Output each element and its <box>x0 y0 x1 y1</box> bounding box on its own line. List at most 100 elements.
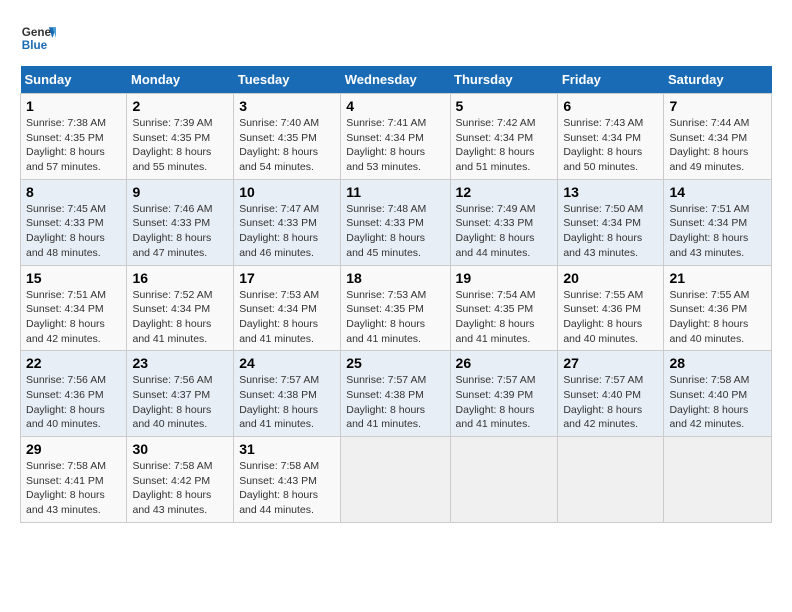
day-info: Sunrise: 7:43 AM Sunset: 4:34 PM Dayligh… <box>563 116 658 175</box>
day-info: Sunrise: 7:42 AM Sunset: 4:34 PM Dayligh… <box>456 116 553 175</box>
day-number: 19 <box>456 270 553 286</box>
day-info: Sunrise: 7:48 AM Sunset: 4:33 PM Dayligh… <box>346 202 444 261</box>
day-info: Sunrise: 7:46 AM Sunset: 4:33 PM Dayligh… <box>132 202 228 261</box>
calendar-cell: 26 Sunrise: 7:57 AM Sunset: 4:39 PM Dayli… <box>450 351 558 437</box>
header-monday: Monday <box>127 66 234 94</box>
day-info: Sunrise: 7:52 AM Sunset: 4:34 PM Dayligh… <box>132 288 228 347</box>
calendar-week-row: 15 Sunrise: 7:51 AM Sunset: 4:34 PM Dayli… <box>21 265 772 351</box>
calendar-cell: 18 Sunrise: 7:53 AM Sunset: 4:35 PM Dayli… <box>341 265 450 351</box>
calendar-cell: 10 Sunrise: 7:47 AM Sunset: 4:33 PM Dayli… <box>234 179 341 265</box>
calendar-week-row: 22 Sunrise: 7:56 AM Sunset: 4:36 PM Dayli… <box>21 351 772 437</box>
calendar-cell: 29 Sunrise: 7:58 AM Sunset: 4:41 PM Dayli… <box>21 437 127 523</box>
calendar-cell: 30 Sunrise: 7:58 AM Sunset: 4:42 PM Dayli… <box>127 437 234 523</box>
calendar-cell: 22 Sunrise: 7:56 AM Sunset: 4:36 PM Dayli… <box>21 351 127 437</box>
calendar-cell <box>558 437 664 523</box>
day-info: Sunrise: 7:53 AM Sunset: 4:35 PM Dayligh… <box>346 288 444 347</box>
day-info: Sunrise: 7:54 AM Sunset: 4:35 PM Dayligh… <box>456 288 553 347</box>
calendar-cell: 12 Sunrise: 7:49 AM Sunset: 4:33 PM Dayli… <box>450 179 558 265</box>
calendar-cell: 8Sunrise: 7:45 AM Sunset: 4:33 PM Daylig… <box>21 179 127 265</box>
calendar-cell: 19 Sunrise: 7:54 AM Sunset: 4:35 PM Dayli… <box>450 265 558 351</box>
day-number: 25 <box>346 355 444 371</box>
calendar-cell: 7 Sunrise: 7:44 AM Sunset: 4:34 PM Daylig… <box>664 94 772 180</box>
day-number: 20 <box>563 270 658 286</box>
day-number: 31 <box>239 441 335 457</box>
day-number: 17 <box>239 270 335 286</box>
day-info: Sunrise: 7:44 AM Sunset: 4:34 PM Dayligh… <box>669 116 766 175</box>
day-number: 21 <box>669 270 766 286</box>
calendar-cell: 24 Sunrise: 7:57 AM Sunset: 4:38 PM Dayli… <box>234 351 341 437</box>
header-friday: Friday <box>558 66 664 94</box>
calendar-cell <box>341 437 450 523</box>
calendar-week-row: 1 Sunrise: 7:38 AM Sunset: 4:35 PM Daylig… <box>21 94 772 180</box>
logo-icon: General Blue <box>20 20 56 56</box>
calendar-cell: 13Sunrise: 7:50 AM Sunset: 4:34 PM Dayli… <box>558 179 664 265</box>
header-tuesday: Tuesday <box>234 66 341 94</box>
logo: General Blue <box>20 20 60 56</box>
day-info: Sunrise: 7:55 AM Sunset: 4:36 PM Dayligh… <box>669 288 766 347</box>
day-number: 16 <box>132 270 228 286</box>
calendar-week-row: 8Sunrise: 7:45 AM Sunset: 4:33 PM Daylig… <box>21 179 772 265</box>
day-number: 27 <box>563 355 658 371</box>
calendar-cell: 17 Sunrise: 7:53 AM Sunset: 4:34 PM Dayli… <box>234 265 341 351</box>
day-number: 5 <box>456 98 553 114</box>
day-number: 12 <box>456 184 553 200</box>
day-number: 24 <box>239 355 335 371</box>
calendar-cell: 23Sunrise: 7:56 AM Sunset: 4:37 PM Dayli… <box>127 351 234 437</box>
calendar-cell: 15 Sunrise: 7:51 AM Sunset: 4:34 PM Dayli… <box>21 265 127 351</box>
day-number: 18 <box>346 270 444 286</box>
calendar-cell <box>450 437 558 523</box>
day-number: 14 <box>669 184 766 200</box>
calendar-cell: 2Sunrise: 7:39 AM Sunset: 4:35 PM Daylig… <box>127 94 234 180</box>
calendar-cell: 21 Sunrise: 7:55 AM Sunset: 4:36 PM Dayli… <box>664 265 772 351</box>
day-info: Sunrise: 7:45 AM Sunset: 4:33 PM Dayligh… <box>26 202 121 261</box>
day-info: Sunrise: 7:53 AM Sunset: 4:34 PM Dayligh… <box>239 288 335 347</box>
header-sunday: Sunday <box>21 66 127 94</box>
day-number: 15 <box>26 270 121 286</box>
calendar-cell: 31 Sunrise: 7:58 AM Sunset: 4:43 PM Dayli… <box>234 437 341 523</box>
calendar-table: SundayMondayTuesdayWednesdayThursdayFrid… <box>20 66 772 523</box>
day-info: Sunrise: 7:58 AM Sunset: 4:42 PM Dayligh… <box>132 459 228 518</box>
calendar-cell: 3Sunrise: 7:40 AM Sunset: 4:35 PM Daylig… <box>234 94 341 180</box>
day-info: Sunrise: 7:55 AM Sunset: 4:36 PM Dayligh… <box>563 288 658 347</box>
day-number: 1 <box>26 98 121 114</box>
day-info: Sunrise: 7:58 AM Sunset: 4:40 PM Dayligh… <box>669 373 766 432</box>
day-number: 26 <box>456 355 553 371</box>
day-number: 29 <box>26 441 121 457</box>
day-info: Sunrise: 7:40 AM Sunset: 4:35 PM Dayligh… <box>239 116 335 175</box>
header-saturday: Saturday <box>664 66 772 94</box>
calendar-week-row: 29 Sunrise: 7:58 AM Sunset: 4:41 PM Dayli… <box>21 437 772 523</box>
calendar-cell: 25 Sunrise: 7:57 AM Sunset: 4:38 PM Dayli… <box>341 351 450 437</box>
day-number: 13 <box>563 184 658 200</box>
day-number: 28 <box>669 355 766 371</box>
day-info: Sunrise: 7:51 AM Sunset: 4:34 PM Dayligh… <box>26 288 121 347</box>
day-number: 30 <box>132 441 228 457</box>
day-info: Sunrise: 7:56 AM Sunset: 4:36 PM Dayligh… <box>26 373 121 432</box>
day-info: Sunrise: 7:57 AM Sunset: 4:38 PM Dayligh… <box>346 373 444 432</box>
calendar-cell: 4Sunrise: 7:41 AM Sunset: 4:34 PM Daylig… <box>341 94 450 180</box>
calendar-cell <box>664 437 772 523</box>
calendar-cell: 11 Sunrise: 7:48 AM Sunset: 4:33 PM Dayli… <box>341 179 450 265</box>
day-info: Sunrise: 7:38 AM Sunset: 4:35 PM Dayligh… <box>26 116 121 175</box>
day-number: 6 <box>563 98 658 114</box>
calendar-cell: 14Sunrise: 7:51 AM Sunset: 4:34 PM Dayli… <box>664 179 772 265</box>
day-number: 9 <box>132 184 228 200</box>
calendar-cell: 9 Sunrise: 7:46 AM Sunset: 4:33 PM Daylig… <box>127 179 234 265</box>
day-number: 10 <box>239 184 335 200</box>
calendar-header-row: SundayMondayTuesdayWednesdayThursdayFrid… <box>21 66 772 94</box>
day-info: Sunrise: 7:57 AM Sunset: 4:39 PM Dayligh… <box>456 373 553 432</box>
day-info: Sunrise: 7:47 AM Sunset: 4:33 PM Dayligh… <box>239 202 335 261</box>
header-thursday: Thursday <box>450 66 558 94</box>
day-info: Sunrise: 7:39 AM Sunset: 4:35 PM Dayligh… <box>132 116 228 175</box>
day-info: Sunrise: 7:58 AM Sunset: 4:43 PM Dayligh… <box>239 459 335 518</box>
day-info: Sunrise: 7:58 AM Sunset: 4:41 PM Dayligh… <box>26 459 121 518</box>
calendar-cell: 1 Sunrise: 7:38 AM Sunset: 4:35 PM Daylig… <box>21 94 127 180</box>
day-number: 11 <box>346 184 444 200</box>
day-number: 7 <box>669 98 766 114</box>
day-info: Sunrise: 7:57 AM Sunset: 4:38 PM Dayligh… <box>239 373 335 432</box>
calendar-cell: 27Sunrise: 7:57 AM Sunset: 4:40 PM Dayli… <box>558 351 664 437</box>
calendar-cell: 28 Sunrise: 7:58 AM Sunset: 4:40 PM Dayli… <box>664 351 772 437</box>
day-number: 22 <box>26 355 121 371</box>
svg-text:Blue: Blue <box>22 39 48 52</box>
day-info: Sunrise: 7:49 AM Sunset: 4:33 PM Dayligh… <box>456 202 553 261</box>
day-info: Sunrise: 7:41 AM Sunset: 4:34 PM Dayligh… <box>346 116 444 175</box>
